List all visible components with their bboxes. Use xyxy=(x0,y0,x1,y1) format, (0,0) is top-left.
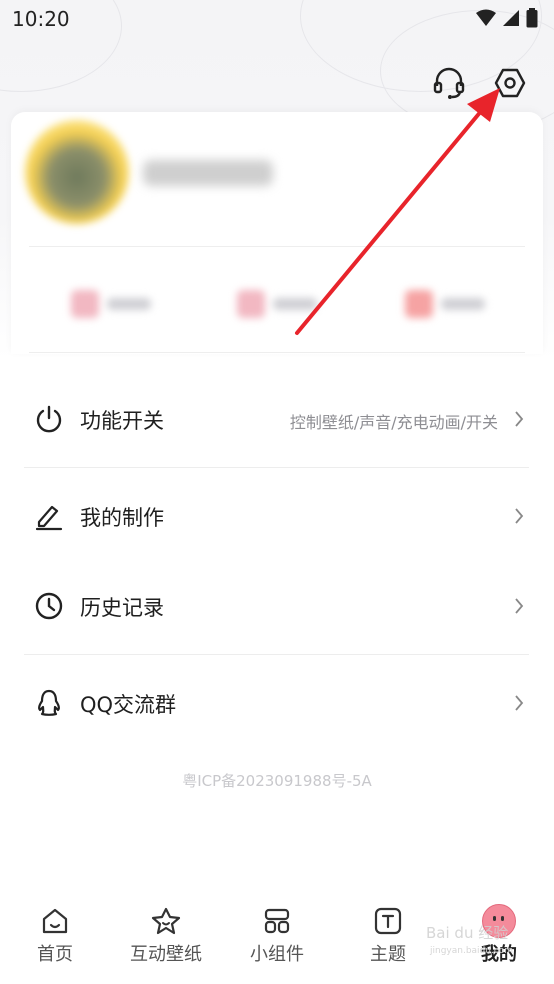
chevron-right-icon xyxy=(515,598,524,614)
home-icon xyxy=(42,908,68,934)
battery-icon xyxy=(526,8,538,28)
star-icon xyxy=(151,907,181,935)
card-divider xyxy=(29,246,525,247)
tab-label: 小组件 xyxy=(250,944,304,965)
widget-grid-icon xyxy=(264,908,290,934)
wifi-icon xyxy=(476,9,496,26)
clock-icon xyxy=(35,592,63,620)
profile-stat-blurred[interactable] xyxy=(71,290,161,320)
status-bar: 10:20 xyxy=(0,0,554,40)
settings-hexagon-icon[interactable] xyxy=(493,66,527,100)
profile-stat-blurred[interactable] xyxy=(237,290,327,320)
icp-record: 粤ICP备2023091988号-5A xyxy=(182,772,372,790)
system-icons xyxy=(476,8,538,28)
chevron-right-icon xyxy=(515,695,524,711)
card-divider xyxy=(29,352,525,353)
menu-item-desc: 控制壁纸/声音/充电动画/开关 xyxy=(289,413,498,432)
menu-item-qq-group[interactable]: QQ交流群 xyxy=(0,673,554,733)
username-blurred xyxy=(143,160,273,186)
menu-item-label: 我的制作 xyxy=(80,506,164,530)
edit-pen-icon xyxy=(35,505,63,531)
tab-interactive-wallpaper[interactable]: 互动壁纸 xyxy=(111,896,221,976)
menu-item-feature-switch[interactable]: 功能开关 控制壁纸/声音/充电动画/开关 xyxy=(0,389,554,449)
menu-item-label: QQ交流群 xyxy=(80,693,177,717)
theme-t-icon xyxy=(374,907,402,935)
chevron-right-icon xyxy=(515,411,524,427)
headset-icon[interactable] xyxy=(432,66,466,100)
profile-card[interactable] xyxy=(11,112,543,354)
tab-widgets[interactable]: 小组件 xyxy=(222,896,332,976)
menu-item-history[interactable]: 历史记录 xyxy=(0,576,554,636)
avatar[interactable] xyxy=(25,120,129,224)
tab-home[interactable]: 首页 xyxy=(0,896,110,976)
tab-label: 主题 xyxy=(370,944,406,965)
signal-icon xyxy=(503,10,519,26)
menu-item-my-creations[interactable]: 我的制作 xyxy=(0,486,554,546)
menu-item-label: 功能开关 xyxy=(80,409,164,433)
menu-item-label: 历史记录 xyxy=(80,596,164,620)
menu-divider xyxy=(24,467,529,468)
menu-divider xyxy=(24,654,529,655)
chevron-right-icon xyxy=(515,508,524,524)
qq-penguin-icon xyxy=(38,689,60,716)
tab-label: 首页 xyxy=(37,944,73,965)
profile-stat-blurred[interactable] xyxy=(405,290,495,320)
tab-label: 互动壁纸 xyxy=(130,944,202,965)
status-time: 10:20 xyxy=(12,7,70,31)
watermark: Bai du 经验 xyxy=(426,924,509,942)
watermark-url: jingyan.baidu.com xyxy=(430,946,514,956)
power-icon xyxy=(36,405,62,433)
